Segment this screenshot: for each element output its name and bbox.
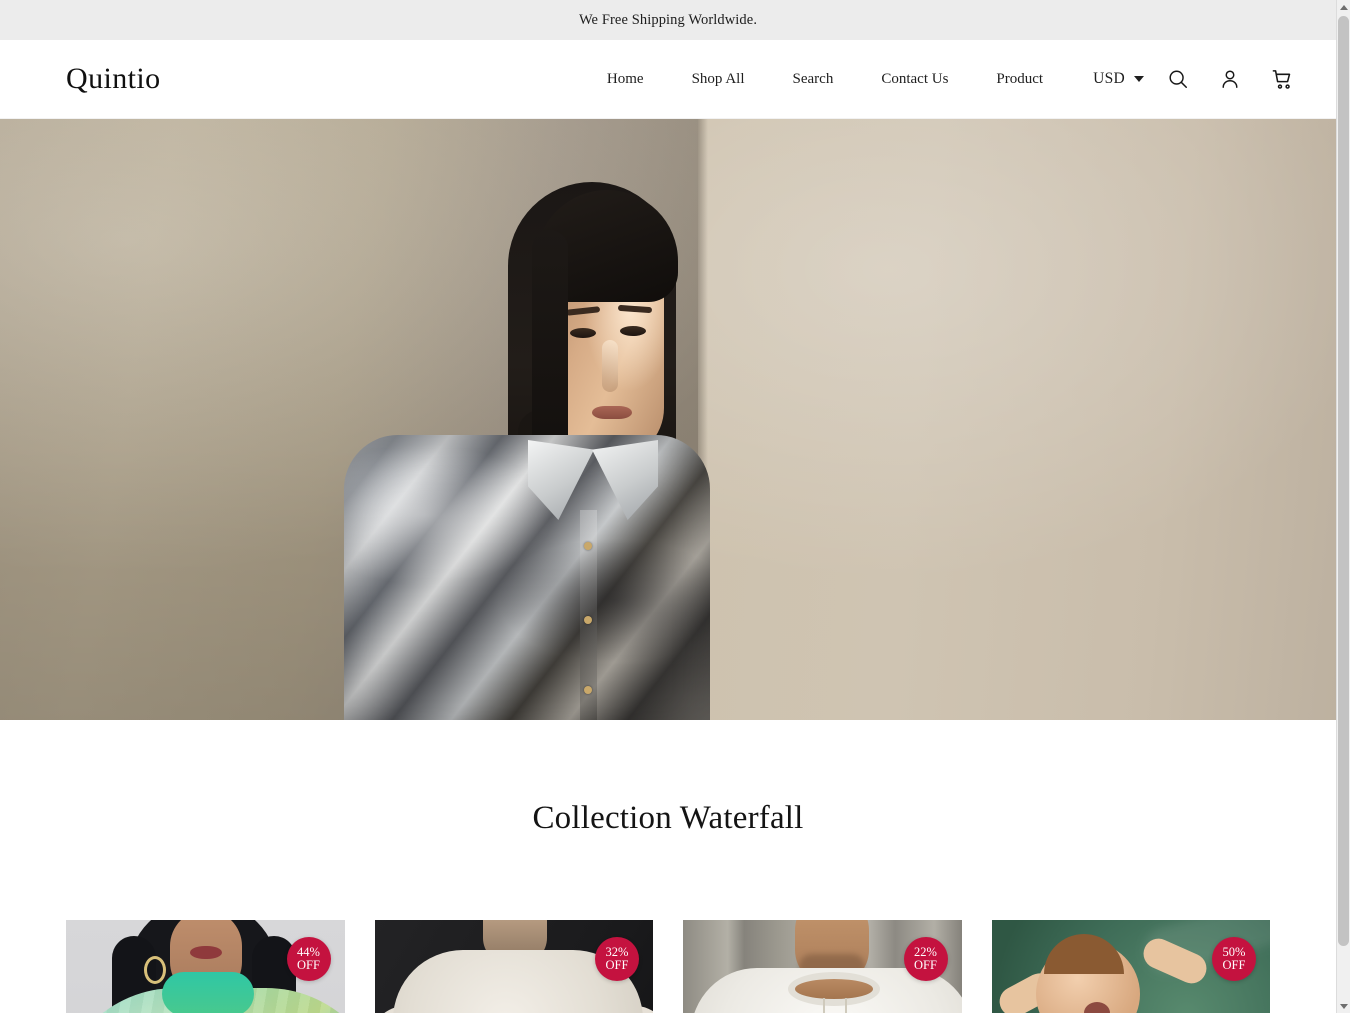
garment-collar: [162, 972, 254, 1013]
discount-badge: 32% OFF: [595, 937, 639, 981]
collection-section: Collection Waterfall 44% OFF 32% OFF 22%…: [0, 720, 1336, 1013]
announcement-text: We Free Shipping Worldwide.: [578, 11, 758, 28]
main-navigation: Home Shop All Search Contact Us Product …: [583, 57, 1308, 101]
shirt-button: [584, 542, 592, 550]
currency-selector[interactable]: USD: [1093, 70, 1144, 88]
model-eye: [570, 328, 596, 338]
discount-label: OFF: [914, 958, 937, 972]
model-eye: [620, 326, 646, 336]
browser-viewport: We Free Shipping Worldwide. Quintio Home…: [0, 0, 1350, 1013]
vertical-scrollbar[interactable]: [1336, 0, 1350, 1013]
hoop-earring: [144, 956, 166, 984]
nav-item-home[interactable]: Home: [583, 65, 668, 94]
header-icon-group: [1152, 57, 1308, 101]
collection-title: Collection Waterfall: [532, 800, 804, 836]
hero-banner[interactable]: [0, 119, 1336, 720]
scrollbar-thumb[interactable]: [1338, 16, 1349, 946]
hero-model: [330, 160, 710, 720]
scroll-down-button[interactable]: [1337, 999, 1350, 1013]
chevron-down-icon: [1134, 76, 1144, 82]
site-header: Quintio Home Shop All Search Contact Us …: [0, 40, 1336, 119]
scroll-up-arrow-icon: [1339, 4, 1348, 10]
hero-wall-right: [698, 119, 1336, 720]
scroll-down-arrow-icon: [1339, 1003, 1348, 1009]
product-grid: 44% OFF MILF 3: [0, 920, 1336, 1013]
product-card[interactable]: MILF 32% OFF: [374, 920, 653, 1013]
shirt-button: [584, 686, 592, 694]
nav-item-search[interactable]: Search: [769, 65, 858, 94]
discount-badge: 44% OFF: [286, 937, 331, 981]
nav-item-contact-us[interactable]: Contact Us: [857, 65, 972, 94]
scroll-up-button[interactable]: [1337, 0, 1350, 14]
search-icon: [1167, 68, 1189, 90]
nav-item-product[interactable]: Product: [972, 65, 1067, 94]
discount-label: OFF: [1222, 958, 1246, 972]
cart-button[interactable]: [1256, 57, 1308, 101]
product-card[interactable]: CALIFORNIA 22% OFF: [683, 920, 962, 1013]
discount-label: OFF: [605, 958, 629, 972]
discount-badge: 22% OFF: [903, 937, 948, 981]
nav-item-shop-all[interactable]: Shop All: [668, 65, 769, 94]
necklace: [823, 998, 847, 1013]
product-card[interactable]: 44% OFF: [66, 920, 345, 1013]
model-mouth: [190, 946, 222, 959]
site-logo[interactable]: Quintio: [66, 64, 160, 94]
shirt-button: [584, 616, 592, 624]
currency-value: USD: [1093, 70, 1125, 87]
model-mouth: [592, 406, 632, 419]
page-content: We Free Shipping Worldwide. Quintio Home…: [0, 0, 1336, 1013]
announcement-bar: We Free Shipping Worldwide.: [0, 0, 1336, 40]
discount-badge: 50% OFF: [1212, 937, 1256, 981]
hero-image: [0, 119, 1336, 720]
account-button[interactable]: [1204, 57, 1256, 101]
search-button[interactable]: [1152, 57, 1204, 101]
cart-icon: [1271, 68, 1294, 91]
model-nose: [602, 340, 618, 392]
discount-label: OFF: [297, 958, 320, 972]
product-card[interactable]: CAROL 50% OFF: [991, 920, 1270, 1013]
account-icon: [1219, 68, 1241, 90]
